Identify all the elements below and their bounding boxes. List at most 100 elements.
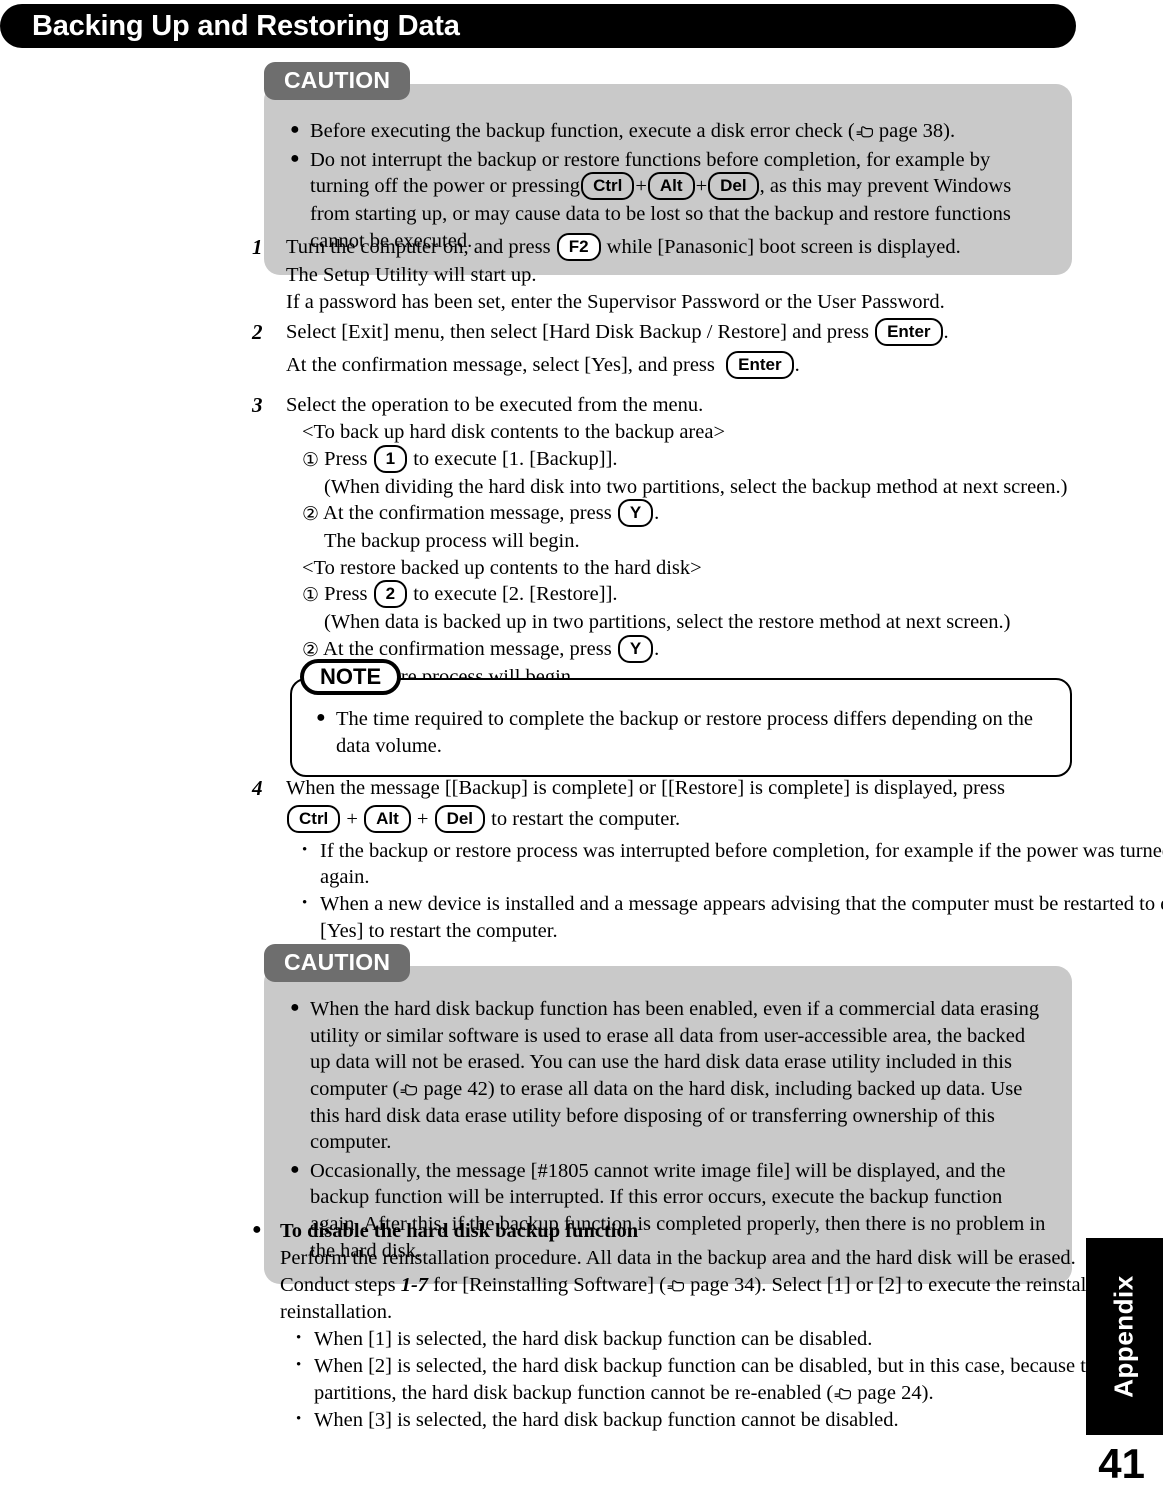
step1-text-b: while [Panasonic] boot screen is display…	[606, 236, 961, 258]
circled-number-1: ①	[302, 448, 320, 471]
final-paragraph-1: Perform the reinstallation procedure. Al…	[280, 1247, 1076, 1270]
note-box: NOTE ● The time required to complete the…	[290, 659, 1072, 778]
step3-line1: Select the operation to be executed from…	[286, 394, 704, 417]
final-bullet-3: When [3] is selected, the hard disk back…	[314, 1409, 899, 1432]
step-2: 2 Select [Exit] menu, then select [Hard …	[252, 318, 1163, 380]
step4-line1: When the message [[Backup] is complete] …	[286, 777, 1005, 799]
key-f2: F2	[556, 233, 601, 261]
step3-line3a: Press	[324, 447, 368, 470]
note-item: ● The time required to complete the back…	[316, 706, 1046, 759]
step4-bullet-2: When a new device is installed and a mes…	[320, 892, 1163, 942]
step3-line10b: .	[654, 638, 660, 661]
steps-list: 1 Turn the computer on, and press F2 whi…	[0, 233, 1163, 695]
small-bullet-icon: •	[302, 894, 308, 911]
step4-sub-bullet: • If the backup or restore process was i…	[286, 838, 1163, 891]
key-del: Del	[708, 172, 759, 201]
key-enter-2: Enter	[726, 351, 794, 380]
caution-text-1b: page 38).	[873, 120, 956, 142]
bullet-icon: ●	[252, 1221, 262, 1238]
small-bullet-icon: •	[302, 841, 308, 858]
step4-line2: to restart the computer.	[491, 807, 681, 830]
step-number: 4	[252, 776, 263, 800]
bullet-icon: ●	[290, 999, 300, 1016]
bullet-icon: ●	[290, 149, 300, 167]
key-alt: Alt	[647, 172, 695, 201]
step3-line3b: to execute [1. [Backup]].	[413, 447, 618, 470]
step-4: 4 When the message [[Backup] is complete…	[252, 775, 1163, 944]
step2-line2-b: .	[794, 354, 800, 377]
page-title: Backing Up and Restoring Data	[32, 9, 460, 42]
step3-line4: (When dividing the hard disk into two pa…	[324, 475, 1068, 498]
step3-line5b: .	[654, 502, 660, 525]
small-bullet-icon: •	[296, 1411, 302, 1428]
plus-1: +	[346, 807, 358, 830]
note-body: ● The time required to complete the back…	[290, 678, 1072, 778]
sidebar-tab-appendix[interactable]: Appendix	[1086, 1238, 1163, 1435]
caution-label: CAUTION	[264, 62, 411, 100]
step2-text-b: .	[943, 321, 949, 344]
step3-line7: <To restore backed up contents to the ha…	[302, 556, 702, 579]
note-text: The time required to complete the backup…	[336, 708, 1033, 757]
step3-line8a: Press	[324, 583, 368, 606]
circled-number-3: ①	[302, 584, 320, 607]
step4-sub-bullet: • When a new device is installed and a m…	[286, 891, 1163, 944]
final-step-range: 1-7	[400, 1274, 429, 1297]
key-2: 2	[373, 580, 408, 609]
page-header: Backing Up and Restoring Data	[0, 4, 1076, 48]
step3-line10a: At the confirmation message, press	[323, 638, 612, 661]
step-4-wrap: 4 When the message [[Backup] is complete…	[0, 775, 1163, 948]
final-p2b: for [Reinstalling Software] (	[433, 1274, 667, 1297]
step1-text-a: Turn the computer on, and press	[286, 236, 551, 258]
final-bullet: • When [2] is selected, the hard disk ba…	[280, 1353, 1163, 1407]
key-enter: Enter	[875, 318, 943, 347]
bullet-icon: ●	[290, 121, 300, 138]
key-1: 1	[373, 444, 408, 473]
final-p2a: Conduct steps	[280, 1274, 396, 1297]
sidebar-tab-label: Appendix	[1109, 1275, 1140, 1398]
step3-line9: (When data is backed up in two partition…	[324, 611, 1011, 634]
step2-line2-a: At the confirmation message, select [Yes…	[286, 354, 715, 377]
step3-line2: <To back up hard disk contents to the ba…	[302, 420, 726, 443]
final-bullet-2: When [2] is selected, the hard disk back…	[314, 1355, 1163, 1405]
bullet-icon: ●	[290, 1160, 300, 1178]
key-y: Y	[617, 499, 654, 528]
caution-item: ● Before executing the backup function, …	[290, 118, 1046, 145]
small-bullet-icon: •	[296, 1330, 302, 1347]
step4-bullet-1: If the backup or restore process was int…	[320, 839, 1163, 889]
key-ctrl: Ctrl	[581, 172, 635, 201]
bullet-icon: ●	[316, 709, 326, 726]
pointing-hand-icon	[833, 1387, 852, 1401]
caution-label: CAUTION	[264, 944, 411, 982]
pointing-hand-icon	[666, 1279, 685, 1293]
page-number: 41	[1098, 1440, 1145, 1487]
step-number: 1	[252, 235, 263, 259]
step1-line2: The Setup Utility will start up.	[286, 264, 537, 286]
pointing-hand-icon	[855, 125, 874, 139]
plus-2: +	[416, 807, 429, 830]
caution-text-1a: Before executing the backup function, ex…	[310, 120, 855, 142]
circled-number-4: ②	[302, 639, 320, 662]
step-number: 3	[252, 393, 263, 418]
step3-line6: The backup process will begin.	[324, 530, 580, 553]
pointing-hand-icon	[399, 1083, 418, 1097]
note-label: NOTE	[300, 659, 402, 696]
step2-text-a: Select [Exit] menu, then select [Hard Di…	[286, 321, 869, 344]
final-bullet: • When [1] is selected, the hard disk ba…	[280, 1326, 1163, 1353]
circled-number-2: ②	[302, 503, 320, 526]
step3-line8b: to execute [2. [Restore]].	[413, 583, 618, 606]
step-3: 3 Select the operation to be executed fr…	[252, 392, 1163, 690]
key-alt-2: Alt	[364, 804, 411, 833]
step3-line5a: At the confirmation message, press	[323, 502, 612, 525]
step-1: 1 Turn the computer on, and press F2 whi…	[252, 233, 1163, 315]
step-number: 2	[252, 320, 263, 345]
caution-item: ● When the hard disk backup function has…	[290, 996, 1046, 1156]
disable-backup-section: ● To disable the hard disk backup functi…	[0, 1218, 1163, 1436]
final-heading: To disable the hard disk backup function	[280, 1220, 639, 1242]
final-bullet-1: When [1] is selected, the hard disk back…	[314, 1328, 873, 1351]
final-bullet-2b: page 24).	[852, 1382, 934, 1405]
key-ctrl-2: Ctrl	[287, 804, 341, 833]
step1-line3: If a password has been set, enter the Su…	[286, 290, 945, 313]
key-del-2: Del	[434, 804, 486, 833]
small-bullet-icon: •	[296, 1357, 302, 1374]
final-bullet: • When [3] is selected, the hard disk ba…	[280, 1407, 1163, 1434]
